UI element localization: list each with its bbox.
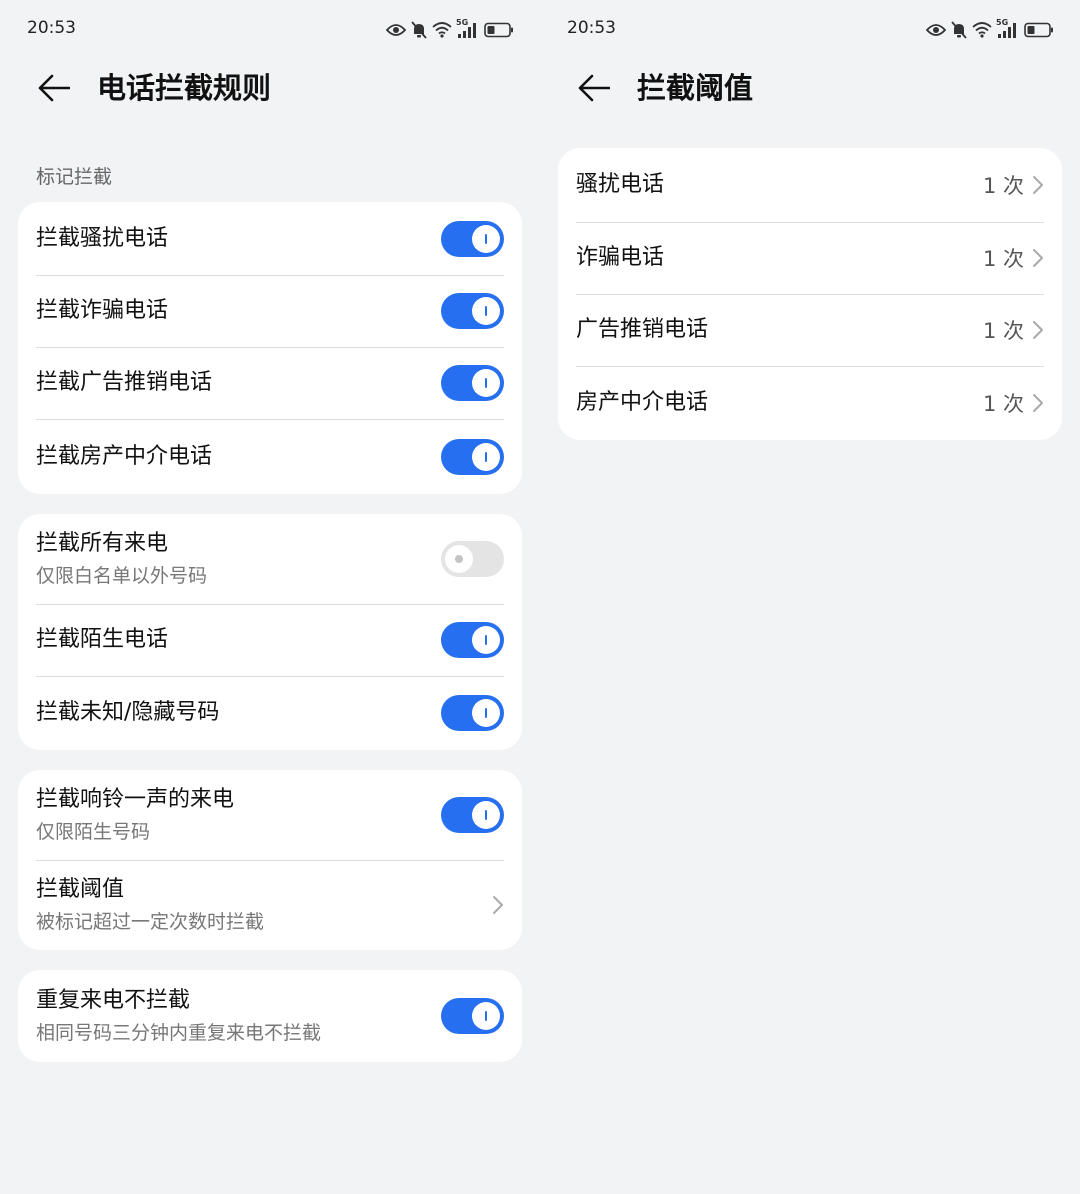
wifi-icon bbox=[432, 22, 452, 38]
row-block-real-estate[interactable]: 拦截房产中介电话 bbox=[18, 419, 522, 494]
title-bar: 电话拦截规则 bbox=[0, 62, 540, 114]
eye-icon bbox=[386, 24, 406, 36]
toggle-repeat-calls[interactable] bbox=[441, 998, 504, 1034]
row-title: 拦截诈骗电话 bbox=[36, 298, 169, 323]
status-bar: 20:53 5G bbox=[0, 0, 540, 58]
row-title: 拦截未知/隐藏号码 bbox=[36, 700, 220, 725]
screen-block-threshold: 20:53 5G 拦截阈值 骚扰电话 1 次 诈骗电话 1 次 广告推销电话 1… bbox=[540, 0, 1080, 1194]
card-repeat-calls: 重复来电不拦截 相同号码三分钟内重复来电不拦截 bbox=[18, 970, 522, 1062]
row-block-fraud[interactable]: 拦截诈骗电话 bbox=[18, 275, 522, 347]
status-icons: 5G bbox=[926, 18, 1054, 41]
card-call-types: 拦截所有来电 仅限白名单以外号码 拦截陌生电话 拦截未知/隐藏号码 bbox=[18, 514, 522, 750]
threshold-value: 1 次 bbox=[982, 319, 1024, 343]
status-time: 20:53 bbox=[567, 18, 616, 38]
chevron-right-icon bbox=[1032, 248, 1044, 268]
card-marked-block: 拦截骚扰电话 拦截诈骗电话 拦截广告推销电话 拦截房产中介电话 bbox=[18, 202, 522, 494]
battery-icon bbox=[484, 22, 513, 38]
row-subtitle: 仅限陌生号码 bbox=[36, 821, 151, 843]
row-subtitle: 相同号码三分钟内重复来电不拦截 bbox=[36, 1022, 322, 1044]
toggle-block-fraud[interactable] bbox=[441, 293, 504, 329]
row-block-all[interactable]: 拦截所有来电 仅限白名单以外号码 bbox=[18, 514, 522, 604]
card-ring-threshold: 拦截响铃一声的来电 仅限陌生号码 拦截阈值 被标记超过一定次数时拦截 bbox=[18, 770, 522, 950]
chevron-right-icon bbox=[492, 895, 504, 915]
row-threshold-real-estate[interactable]: 房产中介电话 1 次 bbox=[558, 366, 1062, 440]
toggle-block-ads[interactable] bbox=[441, 365, 504, 401]
row-title: 拦截房产中介电话 bbox=[36, 443, 213, 469]
row-title: 骚扰电话 bbox=[576, 172, 665, 197]
row-threshold-fraud[interactable]: 诈骗电话 1 次 bbox=[558, 222, 1062, 294]
toggle-block-one-ring[interactable] bbox=[441, 797, 504, 833]
row-threshold-harassment[interactable]: 骚扰电话 1 次 bbox=[558, 148, 1062, 222]
row-title: 拦截骚扰电话 bbox=[36, 225, 169, 251]
cellular-icon: 5G bbox=[996, 18, 1019, 39]
row-title: 拦截阈值 bbox=[36, 877, 125, 902]
cellular-icon: 5G bbox=[456, 18, 479, 39]
row-title: 拦截陌生电话 bbox=[36, 627, 169, 652]
status-bar: 20:53 5G bbox=[540, 0, 1080, 58]
toggle-block-all[interactable] bbox=[441, 541, 504, 577]
row-title: 拦截响铃一声的来电 bbox=[36, 787, 235, 812]
network-label: 5G bbox=[996, 18, 1009, 27]
status-time: 20:53 bbox=[27, 18, 76, 38]
network-label: 5G bbox=[456, 18, 469, 27]
card-threshold-list: 骚扰电话 1 次 诈骗电话 1 次 广告推销电话 1 次 房产中介电话 1 次 bbox=[558, 148, 1062, 440]
row-block-unknown[interactable]: 拦截未知/隐藏号码 bbox=[18, 676, 522, 750]
eye-icon bbox=[926, 24, 946, 36]
back-arrow-icon bbox=[38, 74, 70, 102]
mute-bell-icon bbox=[951, 21, 967, 39]
row-title: 诈骗电话 bbox=[576, 245, 665, 270]
row-block-strangers[interactable]: 拦截陌生电话 bbox=[18, 604, 522, 676]
page-title: 电话拦截规则 bbox=[97, 71, 272, 105]
title-bar: 拦截阈值 bbox=[540, 62, 1080, 114]
section-header-marked: 标记拦截 bbox=[36, 166, 113, 188]
row-repeat-calls[interactable]: 重复来电不拦截 相同号码三分钟内重复来电不拦截 bbox=[18, 970, 522, 1062]
row-title: 房产中介电话 bbox=[576, 390, 709, 415]
status-icons: 5G bbox=[386, 18, 514, 41]
chevron-right-icon bbox=[1032, 175, 1044, 195]
toggle-block-unknown[interactable] bbox=[441, 695, 504, 731]
page-title: 拦截阈值 bbox=[637, 71, 754, 105]
threshold-value: 1 次 bbox=[982, 174, 1024, 198]
threshold-value: 1 次 bbox=[982, 392, 1024, 416]
back-arrow-icon bbox=[578, 74, 610, 102]
row-title: 重复来电不拦截 bbox=[36, 988, 191, 1013]
row-subtitle: 仅限白名单以外号码 bbox=[36, 565, 208, 587]
row-block-harassment[interactable]: 拦截骚扰电话 bbox=[18, 202, 522, 275]
back-button[interactable] bbox=[34, 68, 74, 108]
row-block-ads[interactable]: 拦截广告推销电话 bbox=[18, 347, 522, 419]
row-block-one-ring[interactable]: 拦截响铃一声的来电 仅限陌生号码 bbox=[18, 770, 522, 860]
row-title: 广告推销电话 bbox=[576, 317, 709, 342]
toggle-block-strangers[interactable] bbox=[441, 622, 504, 658]
battery-icon bbox=[1024, 22, 1053, 38]
threshold-value: 1 次 bbox=[982, 247, 1024, 271]
chevron-right-icon bbox=[1032, 320, 1044, 340]
toggle-block-harassment[interactable] bbox=[441, 220, 504, 257]
chevron-right-icon bbox=[1032, 393, 1044, 413]
toggle-block-real-estate[interactable] bbox=[441, 438, 504, 475]
row-title: 拦截广告推销电话 bbox=[36, 370, 213, 395]
back-button[interactable] bbox=[574, 68, 614, 108]
screen-block-rules: 20:53 5G 电话拦截规则 标记拦截 拦截骚扰电话 拦截诈骗电话 拦截广告推… bbox=[0, 0, 540, 1194]
row-threshold-ads[interactable]: 广告推销电话 1 次 bbox=[558, 294, 1062, 366]
row-subtitle: 被标记超过一定次数时拦截 bbox=[36, 911, 265, 933]
row-title: 拦截所有来电 bbox=[36, 531, 169, 556]
row-block-threshold[interactable]: 拦截阈值 被标记超过一定次数时拦截 bbox=[18, 860, 522, 950]
wifi-icon bbox=[972, 22, 992, 38]
mute-bell-icon bbox=[411, 21, 427, 39]
